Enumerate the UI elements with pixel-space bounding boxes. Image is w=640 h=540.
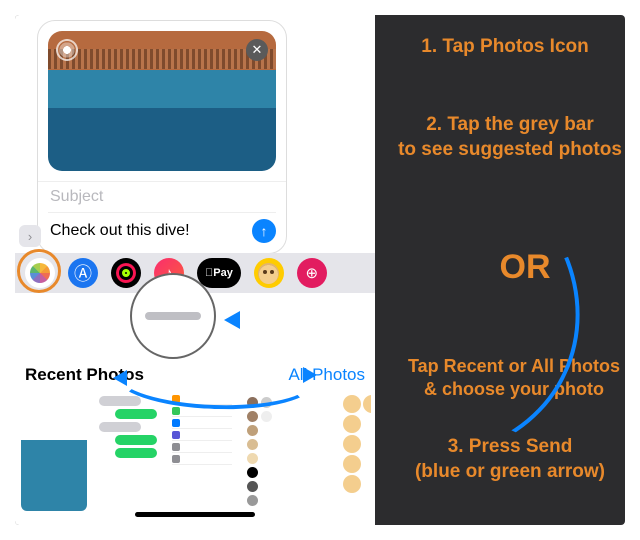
instruction-step-3: 3. Press Send (blue or green arrow) [395,435,625,484]
compose-row: Check out this dive! ↑ [38,213,286,253]
step3-line1: 3. Press Send [448,436,573,457]
images-search-app-icon[interactable]: ⊕ [297,258,327,288]
arrow-head-icon [303,367,317,383]
tutorial-graphic: ✕ Subject Check out this dive! ↑ › Ⓐ ♪ … [15,15,625,525]
apple-pay-app-icon[interactable]: Pay [197,258,241,288]
send-button[interactable]: ↑ [252,219,276,243]
arrow-up-icon: ↑ [261,223,268,239]
photo-tile[interactable] [95,393,161,511]
imessage-compose-card: ✕ Subject Check out this dive! ↑ [37,20,287,254]
collapse-chevron-icon[interactable]: › [19,225,41,247]
instruction-step-1: 1. Tap Photos Icon [395,35,615,60]
photo-tile[interactable] [169,393,235,511]
subject-field[interactable]: Subject [38,181,286,212]
instruction-step-2: 2. Tap the grey bar to see suggested pho… [385,113,625,162]
photo-fence-detail [48,49,276,69]
remove-attachment-icon[interactable]: ✕ [246,39,268,61]
step3-line2: (blue or green arrow) [415,461,605,482]
photo-tile[interactable] [21,393,87,511]
live-photo-icon [56,39,78,61]
attached-photo-thumbnail[interactable]: ✕ [48,31,276,171]
step2-line1: 2. Tap the grey bar [426,114,594,135]
iphone-mock: ✕ Subject Check out this dive! ↑ › Ⓐ ♪ … [15,15,375,525]
appstore-app-icon[interactable]: Ⓐ [68,258,98,288]
arrow-head-icon [113,370,127,386]
recent-photos-strip[interactable] [21,393,371,513]
home-indicator[interactable] [135,512,255,517]
photo-tile[interactable] [243,393,309,511]
activity-rings-icon [116,263,136,283]
animoji-app-icon[interactable] [254,258,284,288]
step2-line2: to see suggested photos [398,139,622,160]
activity-app-icon[interactable] [111,258,141,288]
photos-app-icon[interactable] [25,258,55,288]
photo-picker-panel: Recent Photos All Photos [15,295,375,525]
arrow-head-icon [224,311,240,329]
photo-tile[interactable] [317,393,371,511]
message-text-field[interactable]: Check out this dive! [50,222,244,240]
monkey-face-icon [258,263,279,284]
photos-pinwheel-icon [30,263,50,283]
